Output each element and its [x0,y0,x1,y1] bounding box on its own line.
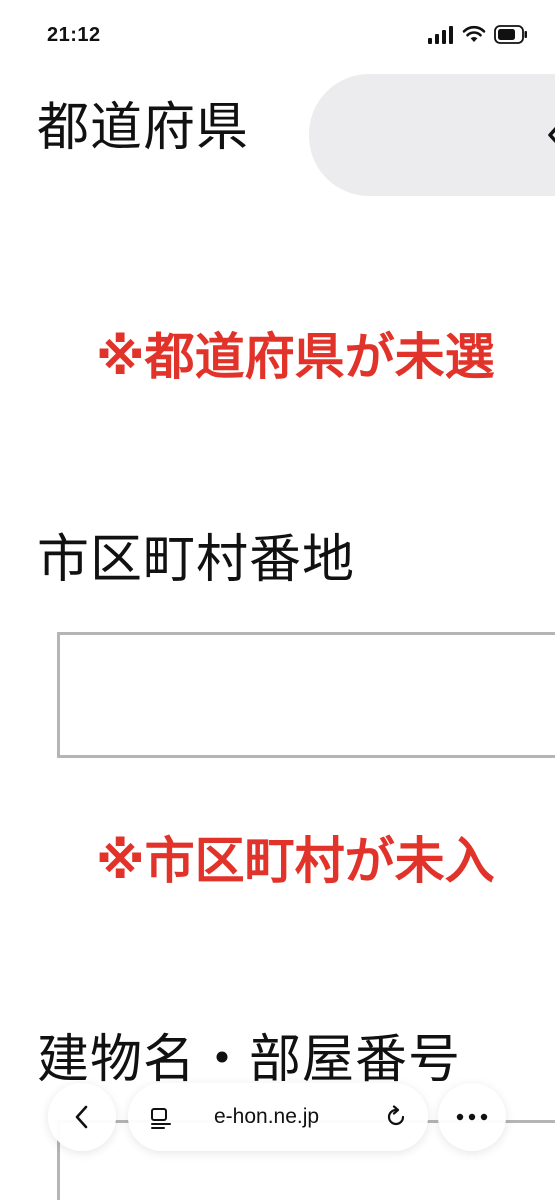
address-error-message: ※市区町村が未入 [96,832,495,890]
reload-icon[interactable] [384,1105,408,1129]
status-time: 21:12 [47,24,101,46]
chevron-left-icon [75,1105,88,1129]
page-menu-icon[interactable] [150,1107,172,1129]
address-bar[interactable]: e-hon.ne.jp [128,1083,428,1151]
ellipsis-icon [456,1113,488,1121]
status-bar: 21:12 [0,0,555,70]
url-text[interactable]: e-hon.ne.jp [214,1105,319,1129]
prefecture-select[interactable] [309,74,555,196]
cellular-signal-icon [428,26,453,44]
address-input[interactable] [57,632,555,758]
prefecture-label: 都道府県 [37,98,250,158]
building-label: 建物名・部屋番号 [37,1030,462,1090]
wifi-icon [462,25,486,42]
prefecture-error-message: ※都道府県が未選 [96,328,495,386]
more-button[interactable] [438,1083,506,1151]
screen: 21:12 都道府県 ※都道府県が未選 市区町村番地 ※市区町村が未入 建物名・… [0,0,555,1200]
battery-icon [494,25,527,44]
address-label: 市区町村番地 [37,530,356,590]
back-button[interactable] [48,1083,116,1151]
chevron-left-icon [548,126,555,144]
